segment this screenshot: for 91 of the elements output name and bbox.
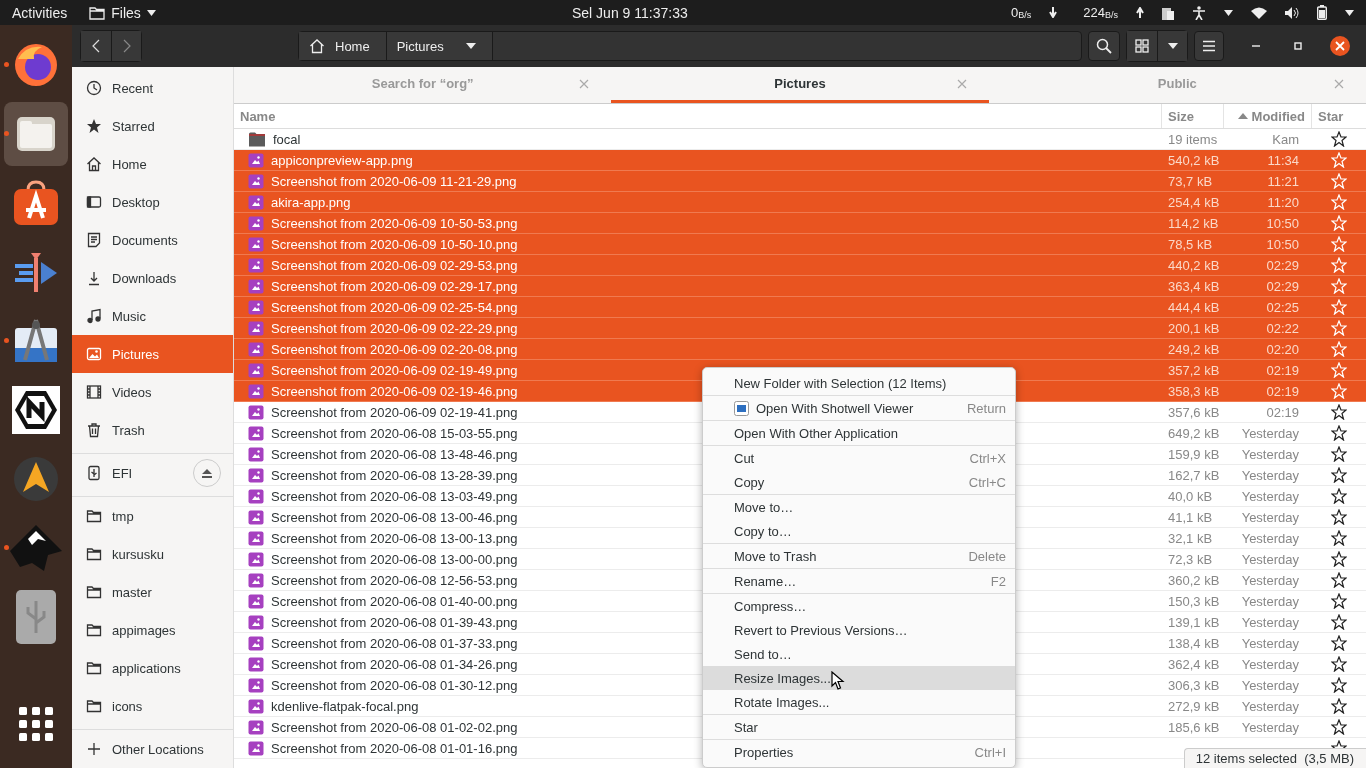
file-size: 159,9 kB (1168, 446, 1220, 462)
modified-date: 02:19 (1266, 383, 1299, 399)
file-size: 40,0 kB (1168, 488, 1213, 504)
modified-date: Yesterday (1241, 614, 1299, 630)
modified-date: Yesterday (1241, 719, 1299, 735)
file-size: 254,4 kB (1168, 194, 1220, 210)
file-size: 138,4 kB (1168, 635, 1220, 651)
file-name: Screenshot from 2020-06-08 01-39-43.png (271, 614, 518, 630)
modified-date: 11:21 (1267, 173, 1299, 189)
file-size: 72,3 kB (1168, 551, 1213, 567)
file-size: 362,4 kB (1168, 656, 1220, 672)
file-name: Screenshot from 2020-06-08 13-03-49.png (271, 488, 518, 504)
modified-date: 10:50 (1266, 215, 1299, 231)
file-size: 440,2 kB (1168, 257, 1220, 273)
file-name: Screenshot from 2020-06-08 13-00-46.png (271, 509, 518, 525)
file-size: 32,1 kB (1168, 530, 1213, 546)
file-name: Screenshot from 2020-06-08 01-34-26.png (271, 656, 518, 672)
modified-date: Yesterday (1241, 530, 1299, 546)
file-size: 306,3 kB (1168, 677, 1220, 693)
upload-speed: 224$_{B/s}$ (1083, 5, 1118, 20)
file-size: 78,5 kB (1168, 236, 1213, 252)
download-speed: 0$_{B/s}$ (1011, 5, 1032, 20)
file-name: Screenshot from 2020-06-09 02-25-54.png (271, 299, 518, 315)
modified-date: Yesterday (1241, 698, 1299, 714)
modified-date: Yesterday (1241, 635, 1299, 651)
file-size: 272,9 kB (1168, 698, 1220, 714)
file-size: 444,4 kB (1168, 299, 1220, 315)
file-size: 150,3 kB (1168, 593, 1220, 609)
file-name: Screenshot from 2020-06-08 13-00-00.png (271, 551, 518, 567)
file-name: Screenshot from 2020-06-09 02-19-49.png (271, 362, 518, 378)
file-name: Screenshot from 2020-06-08 01-01-16.png (271, 740, 518, 756)
file-size: 162,7 kB (1168, 467, 1220, 483)
modified-date: Yesterday (1241, 656, 1299, 672)
file-name: Screenshot from 2020-06-08 01-40-00.png (271, 593, 518, 609)
file-size: 200,1 kB (1168, 320, 1220, 336)
file-name: Screenshot from 2020-06-08 13-28-39.png (271, 467, 518, 483)
modified-date: Kam (1272, 131, 1299, 147)
file-name: Screenshot from 2020-06-09 10-50-53.png (271, 215, 518, 231)
modified-date: Yesterday (1241, 425, 1299, 441)
file-name: akira-app.png (271, 194, 351, 210)
modified-date: Yesterday (1241, 593, 1299, 609)
file-size: 649,2 kB (1168, 425, 1220, 441)
file-name: Screenshot from 2020-06-09 02-19-41.png (271, 404, 518, 420)
file-size: 357,6 kB (1168, 404, 1220, 420)
file-name: Screenshot from 2020-06-08 13-00-13.png (271, 530, 518, 546)
file-name: Screenshot from 2020-06-09 02-19-46.png (271, 383, 518, 399)
modified-date: 11:34 (1267, 152, 1299, 168)
file-name: Screenshot from 2020-06-08 15-03-55.png (271, 425, 518, 441)
file-name: Screenshot from 2020-06-08 01-02-02.png (271, 719, 518, 735)
file-name: Screenshot from 2020-06-08 13-48-46.png (271, 446, 518, 462)
file-size: 363,4 kB (1168, 278, 1220, 294)
modified-date: Yesterday (1241, 551, 1299, 567)
modified-date: Yesterday (1241, 446, 1299, 462)
file-name: Screenshot from 2020-06-08 01-30-12.png (271, 677, 518, 693)
file-size: 73,7 kB (1168, 173, 1213, 189)
modified-date: 02:19 (1266, 362, 1299, 378)
modified-date: Yesterday (1241, 677, 1299, 693)
file-size: 540,2 kB (1168, 152, 1220, 168)
modified-date: Yesterday (1241, 572, 1299, 588)
modified-date: 10:50 (1266, 236, 1299, 252)
file-size: 357,2 kB (1168, 362, 1220, 378)
modified-date: 02:29 (1266, 257, 1299, 273)
modified-date: Yesterday (1241, 509, 1299, 525)
file-name: Screenshot from 2020-06-09 10-50-10.png (271, 236, 518, 252)
selection-status-toast: 12 items selected (3,5 MB) (1183, 748, 1366, 768)
modified-date: 02:29 (1266, 278, 1299, 294)
file-name: Screenshot from 2020-06-09 02-29-53.png (271, 257, 518, 273)
file-size: 185,6 kB (1168, 719, 1220, 735)
file-size: 114,2 kB (1168, 215, 1219, 231)
file-name: Screenshot from 2020-06-08 01-37-33.png (271, 635, 518, 651)
file-name: Screenshot from 2020-06-08 12-56-53.png (271, 572, 518, 588)
modified-date: 02:20 (1266, 341, 1299, 357)
file-size: 249,2 kB (1168, 341, 1220, 357)
file-size: 19 items (1168, 131, 1218, 147)
file-name: kdenlive-flatpak-focal.png (271, 698, 419, 714)
modified-date: 11:20 (1267, 194, 1299, 210)
file-size: 358,3 kB (1168, 383, 1220, 399)
modified-date: 02:22 (1266, 320, 1299, 336)
modified-date: Yesterday (1241, 467, 1299, 483)
file-name: Screenshot from 2020-06-09 02-29-17.png (271, 278, 518, 294)
modified-date: 02:25 (1266, 299, 1299, 315)
file-name: Screenshot from 2020-06-09 02-20-08.png (271, 341, 518, 357)
file-name: Screenshot from 2020-06-09 02-22-29.png (271, 320, 518, 336)
file-size: 41,1 kB (1168, 509, 1213, 525)
modified-date: 02:19 (1266, 404, 1299, 420)
file-name: focal (273, 131, 301, 147)
modified-date: Yesterday (1241, 488, 1299, 504)
file-name: Screenshot from 2020-06-09 11-21-29.png (271, 173, 517, 189)
file-name: appiconpreview-app.png (271, 152, 413, 168)
file-size: 360,2 kB (1168, 572, 1220, 588)
file-size: 139,1 kB (1168, 614, 1220, 630)
